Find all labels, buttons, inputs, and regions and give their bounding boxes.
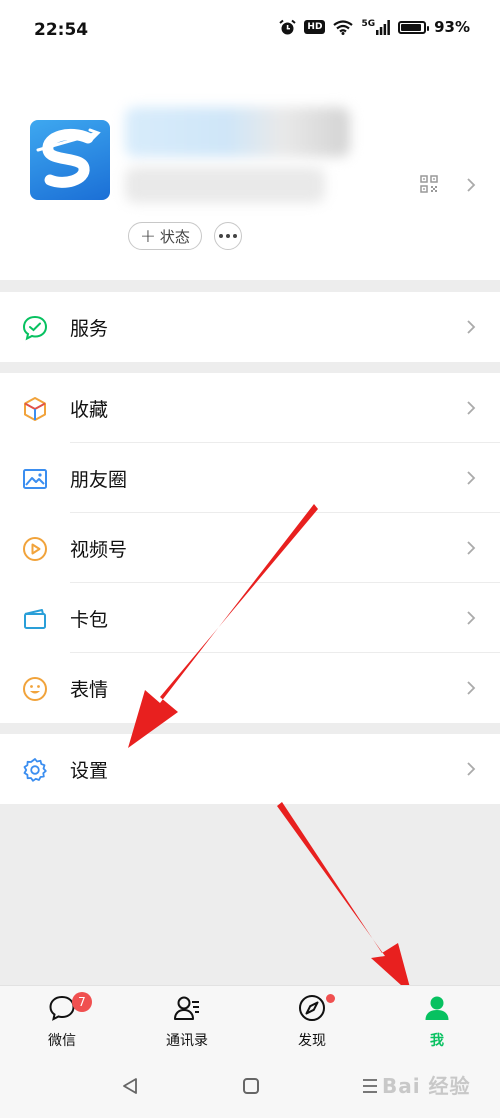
alarm-icon (279, 19, 297, 34)
chevron-right-icon (467, 320, 476, 334)
more-button[interactable] (214, 222, 242, 250)
bottom-tab-bar: 7 微信 通讯录 发现 我 (0, 985, 500, 1058)
menu-item-moments[interactable]: 朋友圈 (0, 443, 500, 513)
ellipsis-icon (219, 234, 223, 238)
moments-icon (23, 469, 47, 489)
menu-item-label: 服务 (70, 318, 109, 340)
menu-group-main: 收藏 朋友圈 视频号 卡包 表情 (0, 373, 500, 723)
favorites-icon (24, 397, 46, 421)
nav-home-icon[interactable] (243, 1078, 259, 1094)
ellipsis-dot (233, 234, 237, 238)
menu-item-channels[interactable]: 视频号 (0, 513, 500, 583)
tab-label: 发现 (298, 1033, 326, 1049)
avatar[interactable] (30, 120, 110, 200)
unread-badge: 7 (72, 992, 92, 1012)
avatar-logo-icon (36, 128, 101, 188)
battery-fill (401, 23, 422, 31)
ellipsis-dot (226, 234, 230, 238)
menu-item-label: 朋友圈 (70, 469, 128, 491)
tab-discover[interactable]: 发现 (267, 986, 357, 1059)
nav-recents-icon[interactable] (362, 1078, 378, 1094)
nav-back-icon[interactable] (120, 1076, 140, 1096)
menu-item-service[interactable]: 服务 (0, 292, 500, 362)
hd-badge: HD (304, 20, 326, 34)
battery-icon (398, 20, 430, 34)
profile-id-blurred (125, 167, 325, 203)
tab-label: 我 (430, 1033, 444, 1049)
qr-code-icon[interactable] (420, 175, 438, 193)
system-nav-bar: Bai 经验 (0, 1058, 500, 1118)
profile-header[interactable]: + 状态 (0, 62, 500, 280)
menu-item-label: 卡包 (70, 609, 109, 631)
tab-contacts[interactable]: 通讯录 (142, 986, 232, 1059)
menu-item-card-wallet[interactable]: 卡包 (0, 583, 500, 653)
me-icon (425, 996, 449, 1020)
menu-item-label: 视频号 (70, 539, 128, 561)
menu-item-label: 设置 (70, 760, 109, 782)
chevron-right-icon (467, 541, 476, 555)
profile-name-blurred (125, 107, 350, 157)
watermark-logo: Bai 经验 (382, 1074, 471, 1098)
menu-item-label: 收藏 (70, 399, 109, 421)
tab-me[interactable]: 我 (392, 986, 482, 1059)
menu-group-settings: 设置 (0, 734, 500, 804)
contacts-icon (174, 996, 199, 1020)
chevron-right-icon (467, 611, 476, 625)
add-status-button[interactable]: + 状态 (128, 222, 202, 250)
plus-icon: + (140, 224, 156, 247)
discover-red-dot (326, 994, 335, 1003)
chevron-right-icon (467, 762, 476, 776)
menu-group-service: 服务 (0, 292, 500, 362)
menu-item-stickers[interactable]: 表情 (0, 653, 500, 723)
chevron-right-icon (467, 401, 476, 415)
tab-label: 通讯录 (166, 1033, 208, 1049)
arrow-to-me-tab (277, 802, 412, 995)
network-type: 5G (361, 18, 376, 29)
menu-item-settings[interactable]: 设置 (0, 734, 500, 804)
chevron-right-icon (467, 681, 476, 695)
status-bar: 22:54 HD 5G 93% (0, 0, 500, 62)
card-wallet-icon (24, 609, 46, 629)
service-icon (22, 315, 48, 341)
signal-bars-icon (376, 19, 390, 35)
status-button-label: 状态 (159, 227, 190, 246)
menu-item-label: 表情 (70, 679, 109, 701)
menu-item-favorites[interactable]: 收藏 (0, 373, 500, 443)
profile-chevron-icon[interactable] (466, 178, 476, 192)
channels-icon (23, 537, 47, 561)
chevron-right-icon (467, 471, 476, 485)
status-icons: HD 5G 93% (279, 18, 470, 36)
signal-indicator: 5G (361, 18, 390, 35)
battery-percent: 93% (434, 18, 470, 36)
sticker-icon (23, 677, 47, 701)
tab-label: 微信 (48, 1033, 76, 1049)
wifi-icon (333, 19, 354, 35)
discover-icon (299, 995, 325, 1021)
tab-chats[interactable]: 7 微信 (17, 986, 107, 1059)
status-time: 22:54 (34, 20, 89, 40)
settings-icon (23, 758, 47, 782)
